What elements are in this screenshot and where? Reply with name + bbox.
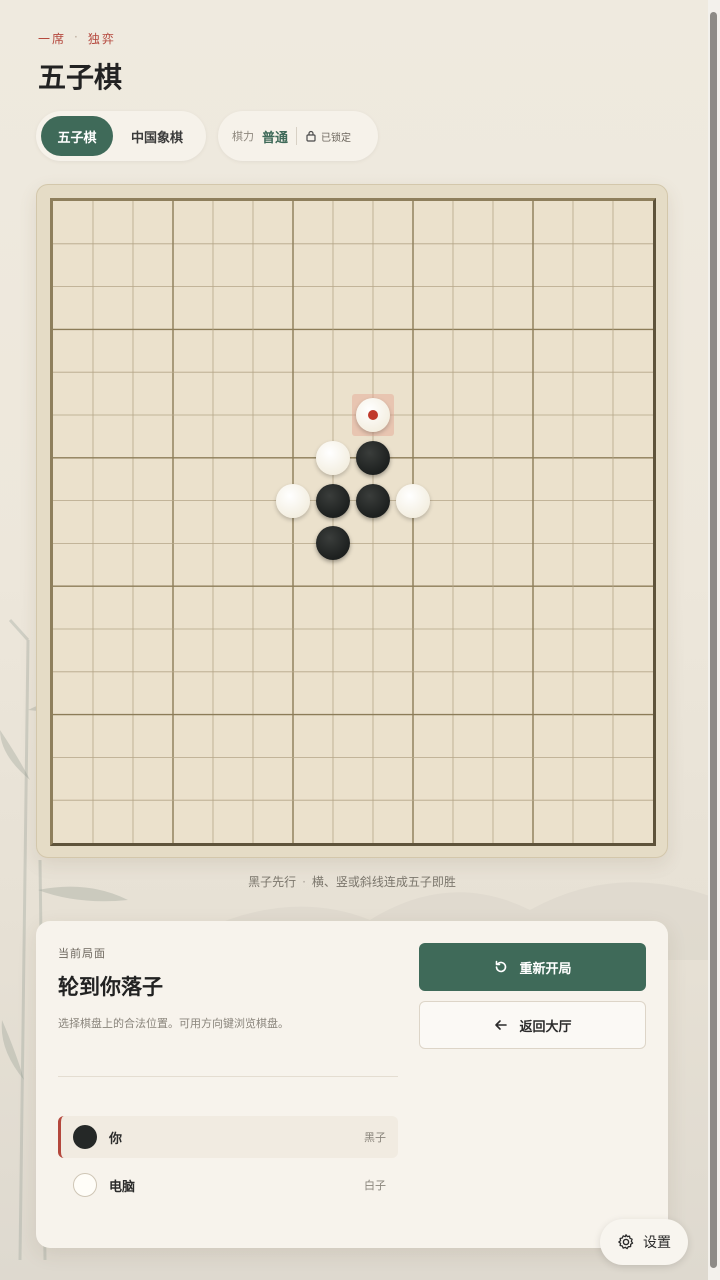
- board-grid: [53, 201, 653, 843]
- white-stone: [356, 398, 390, 432]
- gomoku-board[interactable]: [50, 198, 656, 846]
- player-name: 电脑: [109, 1179, 136, 1195]
- page-title: 五子棋: [38, 61, 123, 94]
- black-stone-icon: [73, 1125, 97, 1149]
- hint-win-rule: 横、竖或斜线连成五子即胜: [311, 875, 456, 889]
- eyebrow-left: 一席: [38, 32, 67, 46]
- white-stone: [276, 483, 310, 518]
- difficulty-pill: 棋力 普通 已锁定: [218, 111, 378, 161]
- eyebrow-right: 独弈: [87, 32, 116, 46]
- panel-eyebrow: 当前局面: [58, 947, 106, 960]
- eyebrow-dot: ·: [74, 30, 80, 44]
- status-panel: 当前局面 轮到你落子 选择棋盘上的合法位置。可用方向键浏览棋盘。 你 黑子 电脑…: [36, 921, 668, 1248]
- player-color: 白子: [364, 1179, 386, 1192]
- lock-status: 已锁定: [305, 129, 351, 144]
- hint-first-move: 黑子先行: [248, 875, 297, 889]
- back-to-lobby-button[interactable]: 返回大厅: [419, 1001, 646, 1049]
- turn-status-title: 轮到你落子: [58, 974, 163, 999]
- settings-label: 设置: [643, 1235, 671, 1251]
- back-label: 返回大厅: [519, 1019, 572, 1035]
- page-eyebrow: 一席 · 独弈: [38, 30, 116, 47]
- settings-button[interactable]: 设置: [600, 1219, 688, 1265]
- gear-icon: [618, 1234, 634, 1250]
- player-color: 黑子: [364, 1131, 386, 1144]
- scrollbar-thumb[interactable]: [710, 12, 717, 1268]
- difficulty-label: 棋力: [232, 130, 254, 143]
- rules-hint: 黑子先行 · 横、竖或斜线连成五子即胜: [0, 873, 704, 890]
- restart-icon: [496, 960, 507, 973]
- restart-button[interactable]: 重新开局: [419, 943, 646, 991]
- player-row-computer: 电脑 白子: [58, 1164, 398, 1206]
- tab-chinese-chess[interactable]: 中国象棋: [113, 116, 201, 156]
- white-stone: [396, 483, 430, 518]
- black-stone: [316, 483, 350, 518]
- black-stone: [356, 440, 390, 475]
- restart-label: 重新开局: [519, 961, 572, 977]
- panel-divider: [58, 1076, 398, 1077]
- player-row-you: 你 黑子: [58, 1116, 398, 1158]
- hint-separator: ·: [302, 875, 306, 889]
- difficulty-value: 普通: [262, 130, 289, 146]
- game-mode-switch: 五子棋 中国象棋: [36, 111, 206, 161]
- tab-gomoku[interactable]: 五子棋: [41, 116, 113, 156]
- last-move-marker: [368, 410, 378, 420]
- player-name: 你: [109, 1131, 123, 1147]
- difficulty-divider: [296, 127, 298, 145]
- lock-icon: [306, 130, 316, 142]
- turn-status-description: 选择棋盘上的合法位置。可用方向键浏览棋盘。: [58, 1017, 289, 1030]
- white-stone-icon: [73, 1173, 97, 1197]
- arrow-left-icon: [495, 1020, 508, 1030]
- scrollbar[interactable]: [708, 0, 720, 1280]
- black-stone: [356, 483, 390, 518]
- white-stone: [316, 440, 350, 475]
- lock-label: 已锁定: [321, 132, 352, 144]
